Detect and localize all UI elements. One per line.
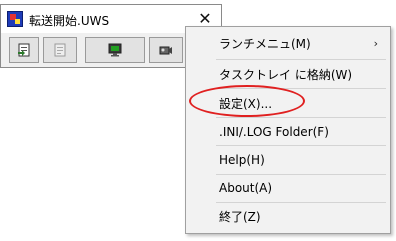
disabled-document-icon (54, 43, 66, 57)
menu-item-label: ランチメニュ(M) (219, 37, 311, 51)
menu-item-ini-log-folder[interactable]: .INI/.LOG Folder(F) (186, 121, 390, 143)
toolbar-button-monitor[interactable] (85, 37, 145, 63)
window-title: 転送開始.UWS (29, 14, 110, 28)
menu-item-label: About(A) (219, 181, 273, 195)
menu-item-help[interactable]: Help(H) (186, 149, 390, 171)
menu-item-exit[interactable]: 終了(Z) (186, 206, 390, 228)
menu-separator (216, 59, 386, 60)
menu-separator (216, 145, 386, 146)
menu-item-label: 終了(Z) (219, 210, 261, 224)
highlight-ellipse (189, 85, 305, 117)
menu-separator (216, 117, 386, 118)
toolbar-button-disabled[interactable] (43, 37, 77, 63)
monitor-icon (108, 43, 122, 57)
menu-item-label: Help(H) (219, 153, 265, 167)
transfer-document-icon (18, 43, 30, 57)
menu-item-label: .INI/.LOG Folder(F) (219, 125, 329, 139)
app-icon[interactable] (7, 11, 23, 27)
toolbar-button-transfer[interactable] (9, 37, 39, 63)
menu-item-about[interactable]: About(A) (186, 177, 390, 199)
menu-item-launch-menu[interactable]: ランチメニュ(M) › (186, 33, 390, 55)
submenu-arrow-icon: › (373, 37, 378, 50)
toolbar-button-camera[interactable] (149, 37, 183, 63)
context-menu: ランチメニュ(M) › タスクトレイ に格納(W) 設定(X)... .INI/… (185, 26, 391, 234)
camera-icon (159, 46, 172, 55)
menu-separator (216, 174, 386, 175)
menu-separator (216, 202, 386, 203)
menu-item-task-tray[interactable]: タスクトレイ に格納(W) (186, 64, 390, 86)
menu-item-label: タスクトレイ に格納(W) (219, 68, 353, 82)
